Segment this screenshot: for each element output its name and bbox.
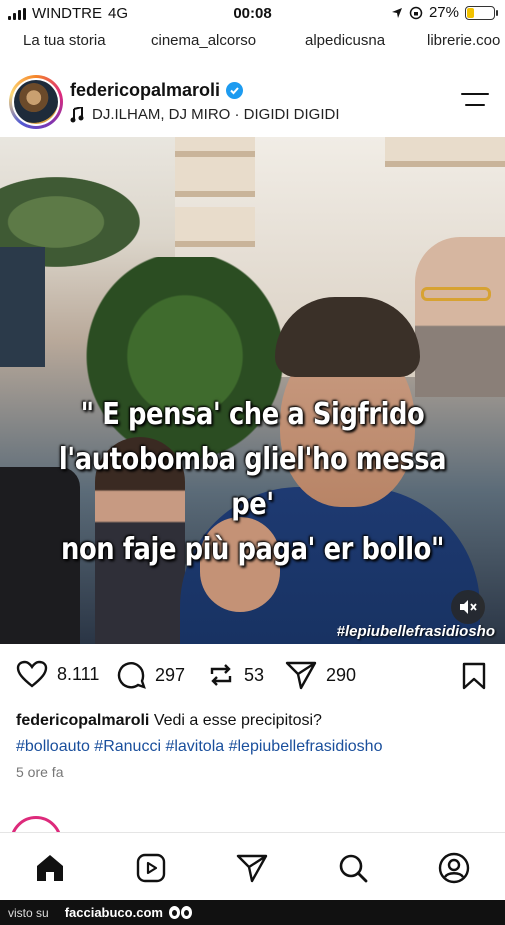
comment-count: 297 <box>155 664 186 685</box>
share-count: 290 <box>326 664 357 685</box>
profile-icon <box>438 852 470 884</box>
caption-line: non faje più paga' er bollo" <box>61 532 444 567</box>
comment-icon <box>117 662 146 689</box>
bookmark-button[interactable] <box>461 662 487 695</box>
mute-icon[interactable] <box>451 590 485 624</box>
action-bar: 8.111 297 53 290 <box>0 656 505 698</box>
avatar[interactable] <box>9 75 63 129</box>
messages-button[interactable] <box>235 851 269 885</box>
orientation-lock-icon <box>409 6 423 19</box>
caption-line: l'autobomba gliel'ho messa pe' <box>58 442 447 522</box>
home-button[interactable] <box>33 851 67 885</box>
status-bar: WINDTRE 4G 00:08 27% <box>0 0 505 28</box>
image-hashtag: #lepiubellefrasidiosho <box>336 623 495 640</box>
repost-count: 53 <box>244 664 265 685</box>
verified-badge-icon <box>226 82 244 99</box>
repost-icon <box>210 664 232 686</box>
caption-hashtags[interactable]: #bolloauto #Ranucci #lavitola #lepiubell… <box>16 734 496 760</box>
caption-text: Vedi a esse precipitosi? <box>153 712 322 729</box>
like-button[interactable]: 8.111 <box>16 660 99 688</box>
post-header: federicopalmaroli DJ.ILHAM, DJ MIRO · DI… <box>0 66 505 136</box>
search-icon <box>339 854 368 883</box>
bookmark-icon <box>462 662 486 690</box>
location-icon <box>391 7 402 18</box>
battery-icon <box>465 5 498 20</box>
site-logo[interactable]: facciabuco.com <box>65 905 163 920</box>
music-label: DJ.ILHAM, DJ MIRO · DIGIDI DIGIDI <box>92 106 340 123</box>
seen-on-label: visto su <box>8 905 49 920</box>
profile-button[interactable] <box>437 851 471 885</box>
home-icon <box>37 855 63 881</box>
story-item[interactable]: cinema_alcorso <box>151 32 256 49</box>
search-button[interactable] <box>336 851 370 885</box>
post-image[interactable]: " E pensa' che a Sigfrido l'autobomba gl… <box>0 137 505 644</box>
music-info[interactable]: DJ.ILHAM, DJ MIRO · DIGIDI DIGIDI <box>70 106 340 123</box>
share-button[interactable]: 290 <box>285 660 356 690</box>
comment-button[interactable]: 297 <box>116 660 185 690</box>
battery-percent: 27% <box>428 4 459 21</box>
heart-icon <box>16 660 48 688</box>
post-timestamp: 5 ore fa <box>16 764 64 780</box>
caption-username[interactable]: federicopalmaroli <box>16 712 149 729</box>
caption-line: " E pensa' che a Sigfrido <box>80 397 425 432</box>
watermark-bar: visto su facciabuco.com <box>0 900 505 925</box>
eyes-icon <box>168 906 192 919</box>
send-icon <box>285 661 317 690</box>
stories-row: La tua storia cinema_alcorso alpedicusna… <box>0 30 505 54</box>
reels-button[interactable] <box>134 851 168 885</box>
music-note-icon <box>70 106 84 122</box>
story-item[interactable]: librerie.coo <box>427 32 500 49</box>
image-caption: " E pensa' che a Sigfrido l'autobomba gl… <box>35 392 469 572</box>
story-item[interactable]: La tua storia <box>23 32 106 49</box>
repost-button[interactable]: 53 <box>207 660 264 690</box>
like-count: 8.111 <box>57 663 100 684</box>
post-username[interactable]: federicopalmaroli <box>70 80 244 101</box>
username-label[interactable]: federicopalmaroli <box>70 80 220 101</box>
story-item[interactable]: alpedicusna <box>305 32 385 49</box>
bottom-nav <box>0 832 505 900</box>
send-icon <box>236 854 268 883</box>
reels-icon <box>136 853 166 883</box>
post-caption: federicopalmaroli Vedi a esse precipitos… <box>16 708 496 760</box>
menu-icon[interactable] <box>461 92 489 108</box>
